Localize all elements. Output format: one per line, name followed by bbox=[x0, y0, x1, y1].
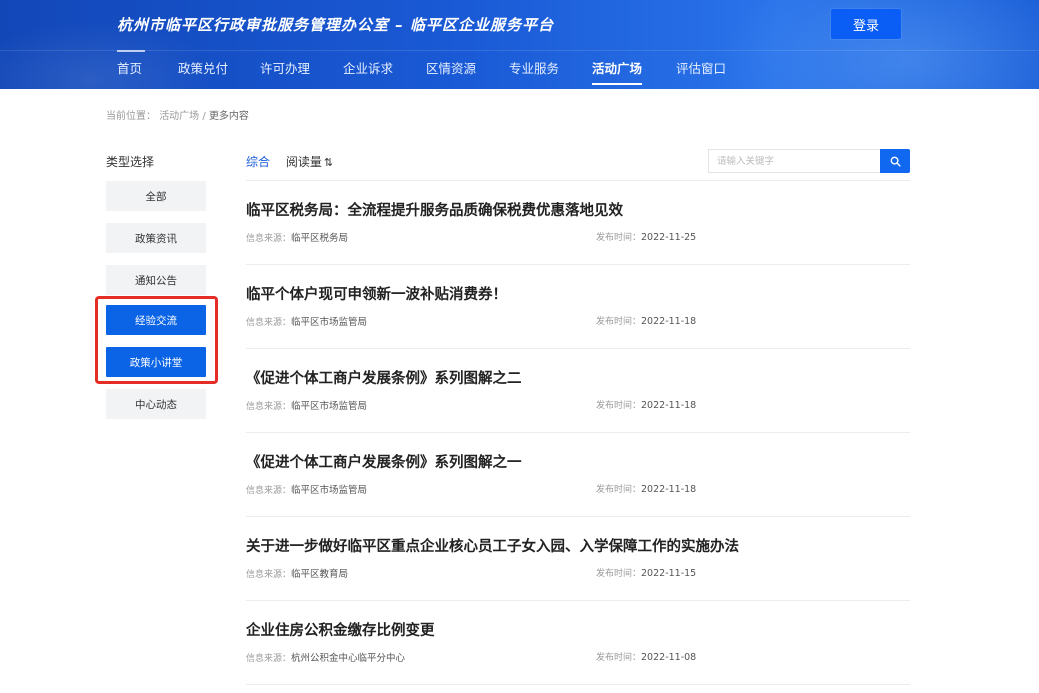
article-source: 信息来源：临平区市场监管局 bbox=[246, 482, 367, 496]
login-button[interactable]: 登录 bbox=[831, 9, 901, 39]
nav-item-activity-plaza[interactable]: 活动广场 bbox=[592, 58, 643, 85]
breadcrumb-item-activity-plaza[interactable]: 活动广场 bbox=[159, 111, 199, 122]
article-source-value: 临平区市场监管局 bbox=[291, 485, 368, 496]
category-experience-exchange-button[interactable]: 经验交流 bbox=[106, 305, 206, 335]
article-date-value: 2022-11-18 bbox=[641, 400, 697, 411]
article-date: 发布时间：2022-11-25 bbox=[596, 230, 696, 243]
nav-item-policy-payment[interactable]: 政策兑付 bbox=[178, 58, 228, 77]
sort-tab-read-count[interactable]: 阅读量 ⇅ bbox=[286, 155, 333, 169]
article-date-label: 发布时间： bbox=[596, 401, 642, 411]
article-source-value: 临平区税务局 bbox=[291, 233, 349, 244]
nav-item-enterprise-appeals[interactable]: 企业诉求 bbox=[343, 58, 393, 77]
sort-arrows-icon: ⇅ bbox=[323, 156, 334, 169]
sort-tab-comprehensive[interactable]: 综合 bbox=[246, 155, 270, 169]
article-date-value: 2022-11-15 bbox=[641, 568, 697, 579]
article-list-item[interactable]: 《促进个体工商户发展条例》系列图解之二 信息来源：临平区市场监管局 发布时间：2… bbox=[246, 349, 910, 433]
article-date-value: 2022-11-18 bbox=[641, 484, 697, 495]
article-date-label: 发布时间： bbox=[596, 653, 642, 663]
search-bar bbox=[708, 149, 910, 173]
article-date-value: 2022-11-25 bbox=[641, 232, 697, 243]
article-title[interactable]: 关于进一步做好临平区重点企业核心员工子女入园、入学保障工作的实施办法 bbox=[246, 535, 739, 556]
search-input[interactable] bbox=[708, 149, 880, 173]
article-list-item[interactable]: 临平区税务局：全流程提升服务品质确保税费优惠落地见效 信息来源：临平区税务局 发… bbox=[246, 181, 910, 265]
article-date: 发布时间：2022-11-08 bbox=[596, 650, 696, 663]
article-source-label: 信息来源： bbox=[246, 654, 292, 664]
article-source: 信息来源：临平区市场监管局 bbox=[246, 314, 367, 328]
article-date-label: 发布时间： bbox=[596, 317, 642, 327]
nav-item-district-resources[interactable]: 区情资源 bbox=[426, 58, 476, 77]
category-filter-title: 类型选择 bbox=[106, 155, 155, 169]
nav-item-home[interactable]: 首页 bbox=[117, 58, 142, 77]
breadcrumb: 当前位置： 活动广场 / 更多内容 bbox=[106, 107, 249, 122]
site-title: 杭州市临平区行政审批服务管理办公室 – 临平区企业服务平台 bbox=[117, 16, 554, 34]
article-title[interactable]: 《促进个体工商户发展条例》系列图解之二 bbox=[246, 367, 522, 388]
article-date-value: 2022-11-08 bbox=[641, 652, 697, 663]
article-list-item[interactable]: 关于进一步做好临平区重点企业核心员工子女入园、入学保障工作的实施办法 信息来源：… bbox=[246, 517, 910, 601]
category-center-updates-button[interactable]: 中心动态 bbox=[106, 389, 206, 419]
article-title[interactable]: 临平个体户现可申领新一波补贴消费券！ bbox=[246, 283, 507, 304]
article-title[interactable]: 企业住房公积金缴存比例变更 bbox=[246, 619, 435, 640]
article-source: 信息来源：临平区市场监管局 bbox=[246, 398, 367, 412]
article-source-label: 信息来源： bbox=[246, 486, 292, 496]
category-all-button[interactable]: 全部 bbox=[106, 181, 206, 211]
article-date-value: 2022-11-18 bbox=[641, 316, 697, 327]
article-list-item[interactable]: 企业住房公积金缴存比例变更 信息来源：杭州公积金中心临平分中心 发布时间：202… bbox=[246, 601, 910, 685]
article-source-label: 信息来源： bbox=[246, 318, 292, 328]
category-policy-lecture-button[interactable]: 政策小讲堂 bbox=[106, 347, 206, 377]
category-policy-news-button[interactable]: 政策资讯 bbox=[106, 223, 206, 253]
article-source-value: 临平区市场监管局 bbox=[291, 317, 368, 328]
nav-item-permits[interactable]: 许可办理 bbox=[260, 58, 310, 77]
search-icon bbox=[890, 156, 901, 167]
article-source-value: 杭州公积金中心临平分中心 bbox=[291, 653, 406, 664]
sort-tab-read-count-label: 阅读量 bbox=[285, 155, 322, 169]
sort-tabs: 综合 阅读量 ⇅ bbox=[246, 153, 345, 170]
article-list-item[interactable]: 《促进个体工商户发展条例》系列图解之一 信息来源：临平区市场监管局 发布时间：2… bbox=[246, 433, 910, 517]
breadcrumb-prefix: 当前位置： bbox=[106, 111, 156, 122]
article-title[interactable]: 临平区税务局：全流程提升服务品质确保税费优惠落地见效 bbox=[246, 199, 623, 220]
nav-item-evaluation-window[interactable]: 评估窗口 bbox=[676, 58, 726, 77]
article-source: 信息来源：临平区税务局 bbox=[246, 230, 348, 244]
article-source-value: 临平区市场监管局 bbox=[291, 401, 368, 412]
breadcrumb-item-more-content: 更多内容 bbox=[208, 111, 249, 122]
search-button[interactable] bbox=[880, 149, 910, 173]
article-date-label: 发布时间： bbox=[596, 233, 642, 243]
article-list-item[interactable]: 临平个体户现可申领新一波补贴消费券！ 信息来源：临平区市场监管局 发布时间：20… bbox=[246, 265, 910, 349]
nav-divider bbox=[0, 50, 1039, 51]
article-source: 信息来源：杭州公积金中心临平分中心 bbox=[246, 650, 405, 664]
article-date-label: 发布时间： bbox=[596, 569, 642, 579]
category-notices-button[interactable]: 通知公告 bbox=[106, 265, 206, 295]
article-date: 发布时间：2022-11-18 bbox=[596, 482, 696, 495]
nav-accent-line bbox=[117, 50, 145, 52]
article-source-label: 信息来源： bbox=[246, 402, 292, 412]
article-date: 发布时间：2022-11-18 bbox=[596, 398, 696, 411]
main-nav: 首页 政策兑付 许可办理 企业诉求 区情资源 专业服务 活动广场 评估窗口 bbox=[0, 58, 1039, 85]
article-date: 发布时间：2022-11-18 bbox=[596, 314, 696, 327]
article-source-value: 临平区教育局 bbox=[291, 569, 349, 580]
article-title[interactable]: 《促进个体工商户发展条例》系列图解之一 bbox=[246, 451, 522, 472]
article-date: 发布时间：2022-11-15 bbox=[596, 566, 696, 579]
article-source-label: 信息来源： bbox=[246, 570, 292, 580]
article-source-label: 信息来源： bbox=[246, 234, 292, 244]
article-source: 信息来源：临平区教育局 bbox=[246, 566, 348, 580]
article-date-label: 发布时间： bbox=[596, 485, 642, 495]
nav-item-professional-services[interactable]: 专业服务 bbox=[509, 58, 559, 77]
header-bar: 杭州市临平区行政审批服务管理办公室 – 临平区企业服务平台 登录 首页 政策兑付… bbox=[0, 0, 1039, 89]
